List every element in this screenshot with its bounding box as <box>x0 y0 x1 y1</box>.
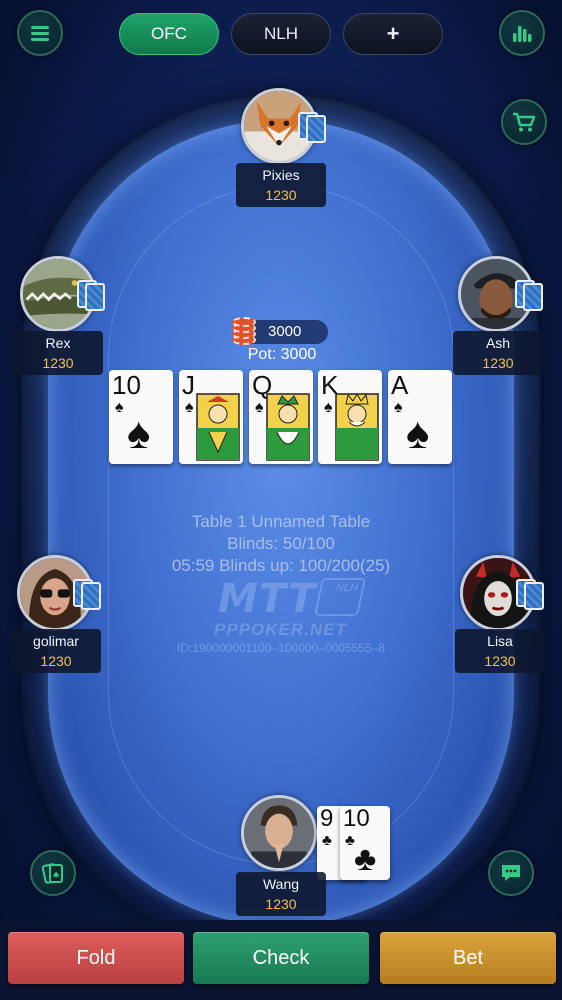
menu-icon <box>31 26 49 41</box>
chip-stack-icon <box>232 313 256 345</box>
chat-button[interactable] <box>488 850 534 896</box>
card-rank: J <box>182 370 195 400</box>
player-stack: 1230 <box>265 896 297 912</box>
jack-face-image <box>195 392 241 462</box>
board-card: 10 ♠ ♠ <box>109 370 173 464</box>
board-card: Q ♠ <box>249 370 313 464</box>
nlh-badge: NLH <box>313 578 367 616</box>
card-rank: 10 <box>112 370 141 400</box>
nameplate-right-lower: Lisa 1230 <box>455 629 545 673</box>
cards-button[interactable]: ♠ <box>30 850 76 896</box>
player-cards-back <box>77 280 107 312</box>
cards-icon: ♠ <box>41 863 63 884</box>
card-suit: ♠ <box>115 399 124 416</box>
player-cards-back <box>73 579 103 611</box>
card-suit-large: ♣ <box>354 840 377 878</box>
fold-button[interactable]: Fold <box>8 932 184 984</box>
hero-card[interactable]: 10 ♣ ♣ <box>340 806 390 880</box>
player-name: Wang <box>262 876 300 892</box>
board-card: K ♠ <box>318 370 382 464</box>
tab-nlh[interactable]: NLH <box>231 13 331 55</box>
table-id: ID:190000001100–100000–0005555–8 <box>177 641 385 655</box>
avatar-man-praying[interactable] <box>241 795 317 871</box>
player-stack: 1230 <box>265 187 297 203</box>
card-suit: ♠ <box>185 399 194 416</box>
tab-add-table[interactable]: + <box>343 13 443 55</box>
card-rank: A <box>391 370 409 400</box>
nameplate-left-upper: Rex 1230 <box>13 331 103 375</box>
chat-icon <box>502 865 520 881</box>
cart-icon <box>513 112 536 132</box>
nameplate-left-lower: golimar 1230 <box>11 629 101 673</box>
player-cards-back <box>298 112 328 144</box>
bar-chart-icon <box>513 26 532 42</box>
player-name: Pixies <box>262 167 300 183</box>
player-name: Rex <box>45 335 71 351</box>
player-cards-back <box>516 579 546 611</box>
card-suit: ♣ <box>322 832 332 849</box>
nameplate-hero: Wang 1230 <box>236 872 326 916</box>
player-stack: 1230 <box>482 355 514 371</box>
bet-button[interactable]: Bet <box>380 932 556 984</box>
blinds-label: Blinds: 50/100 <box>227 534 335 553</box>
check-button[interactable]: Check <box>193 932 369 984</box>
card-suit-large: ♠ <box>127 409 151 458</box>
player-cards-back <box>515 280 545 312</box>
man-praying-avatar-image <box>244 798 314 868</box>
nameplate-right-upper: Ash 1230 <box>453 331 543 375</box>
player-name: golimar <box>33 633 79 649</box>
player-name: Lisa <box>487 633 513 649</box>
card-suit: ♠ <box>324 399 333 416</box>
table-name: Table 1 Unnamed Table <box>191 512 371 531</box>
king-face-image <box>334 392 380 462</box>
site-watermark: PPPOKER.NET <box>214 620 347 639</box>
svg-text:♠: ♠ <box>52 871 60 881</box>
card-suit: ♠ <box>394 399 403 416</box>
player-stack: 1230 <box>40 653 72 669</box>
player-stack: 1230 <box>42 355 74 371</box>
card-suit: ♠ <box>255 399 264 416</box>
blinds-timer: 05:59 Blinds up: 100/200(25) <box>171 556 391 575</box>
mtt-logo: MTT <box>218 576 317 622</box>
stats-button[interactable] <box>499 10 545 56</box>
shop-button[interactable] <box>501 99 547 145</box>
player-stack: 1230 <box>484 653 516 669</box>
card-suit-large: ♠ <box>406 409 430 458</box>
queen-face-image <box>265 392 311 462</box>
tab-ofc[interactable]: OFC <box>119 13 219 55</box>
pot-label: Pot: 3000 <box>247 346 317 363</box>
board-card: J ♠ <box>179 370 243 464</box>
card-rank: 9 <box>320 805 334 832</box>
game-type-tabs: OFC NLH + <box>119 13 443 55</box>
card-rank: 10 <box>343 805 370 832</box>
menu-button[interactable] <box>17 10 63 56</box>
board-card: A ♠ ♠ <box>388 370 452 464</box>
player-name: Ash <box>485 335 511 351</box>
nameplate-top: Pixies 1230 <box>236 163 326 207</box>
